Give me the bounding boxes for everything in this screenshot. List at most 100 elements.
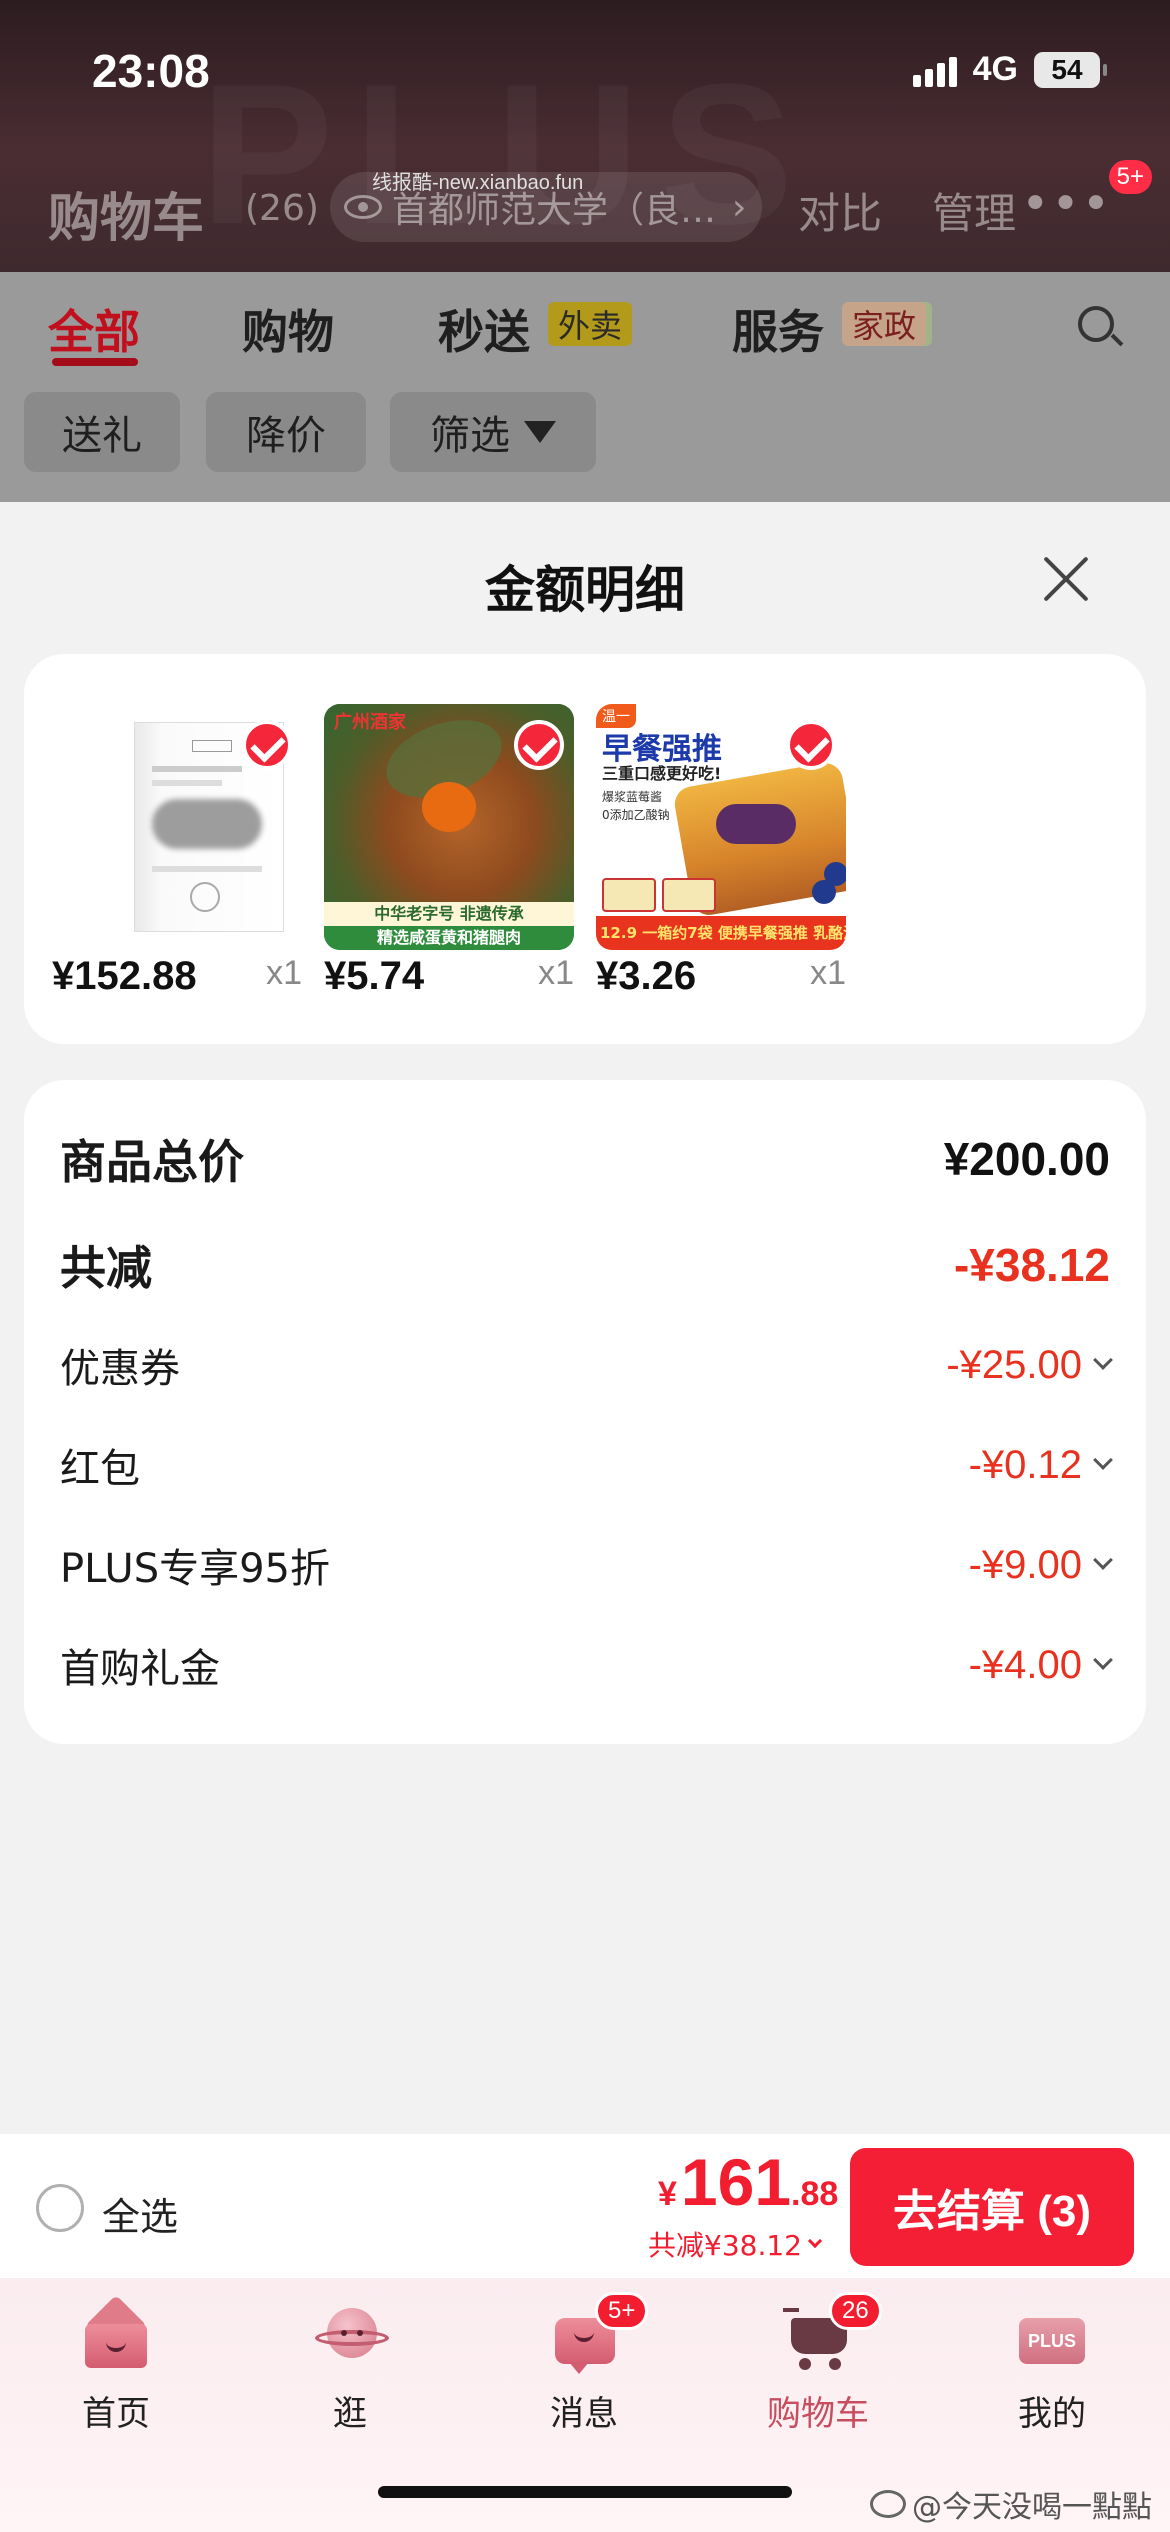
tab-all[interactable]: 全部 bbox=[48, 296, 140, 362]
discount-amount: -¥25.00 bbox=[946, 1343, 1113, 1388]
search-icon[interactable] bbox=[1078, 306, 1114, 342]
tabbar-item-mine[interactable]: PLUS 我的 bbox=[962, 2300, 1142, 2435]
takeout-tag: 外卖 bbox=[548, 302, 633, 346]
filter-more[interactable]: 筛选 bbox=[390, 392, 596, 472]
reduce-value: -¥38.12 bbox=[953, 1239, 1110, 1291]
discount-label: 红包 bbox=[60, 1446, 140, 1492]
funnel-icon bbox=[524, 421, 556, 443]
status-time: 23:08 bbox=[92, 45, 210, 97]
planet-icon bbox=[315, 2300, 389, 2370]
products-card: ¥152.88 x1 广州酒家 中华老字号 非遗传承 精选咸蛋黄和猪腿肉 ¥5.… bbox=[24, 654, 1146, 1044]
corner-watermark: @今天没喝一點點 bbox=[870, 2482, 1152, 2526]
close-icon[interactable] bbox=[1040, 554, 1090, 604]
coupon-row[interactable]: 优惠券 -¥25.00 bbox=[60, 1336, 1113, 1394]
tab-service[interactable]: 服务 bbox=[732, 296, 824, 362]
chevron-down-icon bbox=[1093, 1550, 1113, 1570]
product-price: ¥5.74 bbox=[324, 954, 425, 998]
checked-icon bbox=[514, 720, 564, 770]
tabbar-item-messages[interactable]: 5+ 消息 bbox=[494, 2292, 674, 2435]
manage-button[interactable]: 管理 bbox=[932, 180, 1016, 241]
filter-price-drop[interactable]: 降价 bbox=[206, 392, 366, 472]
product-image: 温一 早餐强推 三重口感更好吃! 爆浆蓝莓酱 0添加乙酸钠 12.9 一箱约7袋… bbox=[596, 704, 846, 950]
saved-amount-toggle[interactable]: 共减¥38.12 bbox=[648, 2224, 823, 2264]
tab-underline bbox=[52, 358, 138, 366]
cart-count: (26) bbox=[245, 188, 319, 229]
compare-button[interactable]: 对比 bbox=[798, 180, 882, 241]
page-title: 购物车 bbox=[48, 189, 205, 249]
tabbar-item-home[interactable]: 首页 bbox=[26, 2294, 206, 2435]
checkout-button[interactable]: 去结算 (3) bbox=[850, 2148, 1134, 2266]
eye-icon bbox=[344, 195, 382, 219]
chevron-down-icon bbox=[807, 2233, 823, 2249]
checkout-bar: 全选 ¥ 161 .88 共减¥38.12 去结算 (3) bbox=[0, 2134, 1170, 2278]
message-icon: 5+ bbox=[549, 2292, 649, 2374]
address-selector[interactable]: 首都师范大学（良… › bbox=[330, 172, 762, 242]
message-badge: 5+ bbox=[595, 2292, 649, 2330]
product-bullet: 0添加乙酸钠 bbox=[602, 808, 670, 822]
tabbar-item-browse[interactable]: 逛 bbox=[260, 2300, 440, 2435]
tabbar-label: 消息 bbox=[550, 2394, 618, 2434]
red-packet-row[interactable]: 红包 -¥0.12 bbox=[60, 1436, 1113, 1494]
housekeeping-tag: 家政 bbox=[842, 302, 927, 346]
product-item[interactable]: ¥152.88 x1 bbox=[52, 704, 302, 998]
network-label: 4G bbox=[972, 50, 1018, 88]
total-row: 商品总价 ¥200.00 bbox=[60, 1126, 1110, 1192]
currency-symbol: ¥ bbox=[658, 2175, 677, 2213]
tabbar-label: 首页 bbox=[82, 2394, 150, 2434]
chevron-down-icon bbox=[1093, 1450, 1113, 1470]
product-logo-text: 广州酒家 bbox=[334, 712, 406, 733]
home-indicator bbox=[378, 2486, 792, 2498]
tabbar-label: 逛 bbox=[333, 2394, 367, 2434]
product-quantity: x1 bbox=[810, 954, 846, 992]
plus-member-icon: PLUS bbox=[1017, 2300, 1087, 2370]
select-all-checkbox[interactable] bbox=[36, 2184, 84, 2232]
home-icon bbox=[81, 2294, 151, 2370]
price-decimal: .88 bbox=[791, 2175, 839, 2213]
cart-badge: 26 bbox=[829, 2292, 882, 2330]
reduce-row: 共减 -¥38.12 bbox=[60, 1232, 1110, 1298]
weibo-icon bbox=[870, 2490, 906, 2518]
first-purchase-row[interactable]: 首购礼金 -¥4.00 bbox=[60, 1636, 1113, 1694]
discount-amount: -¥0.12 bbox=[969, 1443, 1113, 1488]
tabbar-item-cart[interactable]: 26 购物车 bbox=[728, 2292, 908, 2435]
price-detail-card: 商品总价 ¥200.00 共减 -¥38.12 优惠券 -¥25.00 红包 -… bbox=[24, 1080, 1146, 1744]
discount-amount: -¥4.00 bbox=[969, 1643, 1113, 1688]
total-label: 商品总价 bbox=[60, 1135, 244, 1189]
product-caption: 12.9 一箱约7袋 便携早餐强推 乳酪滑嫩 bbox=[596, 916, 846, 950]
tabbar-label: 我的 bbox=[1018, 2394, 1086, 2434]
battery-icon: 54 bbox=[1034, 51, 1107, 88]
product-caption: 精选咸蛋黄和猪腿肉 bbox=[324, 926, 574, 950]
product-item[interactable]: 温一 早餐强推 三重口感更好吃! 爆浆蓝莓酱 0添加乙酸钠 12.9 一箱约7袋… bbox=[596, 704, 846, 998]
discount-label: 首购礼金 bbox=[60, 1646, 220, 1692]
more-icon[interactable]: ••• bbox=[1021, 176, 1112, 232]
product-image bbox=[52, 704, 302, 950]
filter-gift[interactable]: 送礼 bbox=[24, 392, 180, 472]
checked-icon bbox=[786, 720, 836, 770]
product-item[interactable]: 广州酒家 中华老字号 非遗传承 精选咸蛋黄和猪腿肉 ¥5.74 x1 bbox=[324, 704, 574, 998]
tab-instant[interactable]: 秒送 bbox=[438, 296, 530, 362]
product-caption: 中华老字号 非遗传承 bbox=[324, 902, 574, 926]
sheet-title: 金额明细 bbox=[485, 561, 685, 619]
corner-watermark-text: @今天没喝一點點 bbox=[912, 2490, 1152, 2525]
cart-icon: 26 bbox=[783, 2292, 882, 2370]
more-badge: 5+ bbox=[1108, 160, 1152, 194]
status-indicators: 4G 54 bbox=[912, 50, 1107, 89]
tab-shopping[interactable]: 购物 bbox=[242, 296, 334, 362]
price-integer: 161 bbox=[680, 2145, 792, 2219]
discount-amount: -¥9.00 bbox=[969, 1543, 1113, 1588]
reduce-label: 共减 bbox=[60, 1241, 152, 1295]
address-text: 首都师范大学（良… bbox=[392, 190, 717, 231]
signal-icon bbox=[912, 53, 957, 87]
tabbar-label: 购物车 bbox=[767, 2394, 869, 2434]
total-value: ¥200.00 bbox=[943, 1133, 1110, 1185]
product-image: 广州酒家 中华老字号 非遗传承 精选咸蛋黄和猪腿肉 bbox=[324, 704, 574, 950]
filter-more-label: 筛选 bbox=[430, 413, 510, 459]
plus-discount-row[interactable]: PLUS专享95折 -¥9.00 bbox=[60, 1536, 1113, 1594]
payable-price: ¥ 161 .88 bbox=[658, 2144, 838, 2220]
discount-label: 优惠券 bbox=[60, 1346, 180, 1392]
chevron-down-icon bbox=[1093, 1650, 1113, 1670]
discount-label: PLUS专享95折 bbox=[60, 1546, 330, 1592]
checked-icon bbox=[242, 720, 292, 770]
select-all-label[interactable]: 全选 bbox=[102, 2186, 178, 2241]
product-bullet: 爆浆蓝莓酱 bbox=[602, 790, 663, 804]
